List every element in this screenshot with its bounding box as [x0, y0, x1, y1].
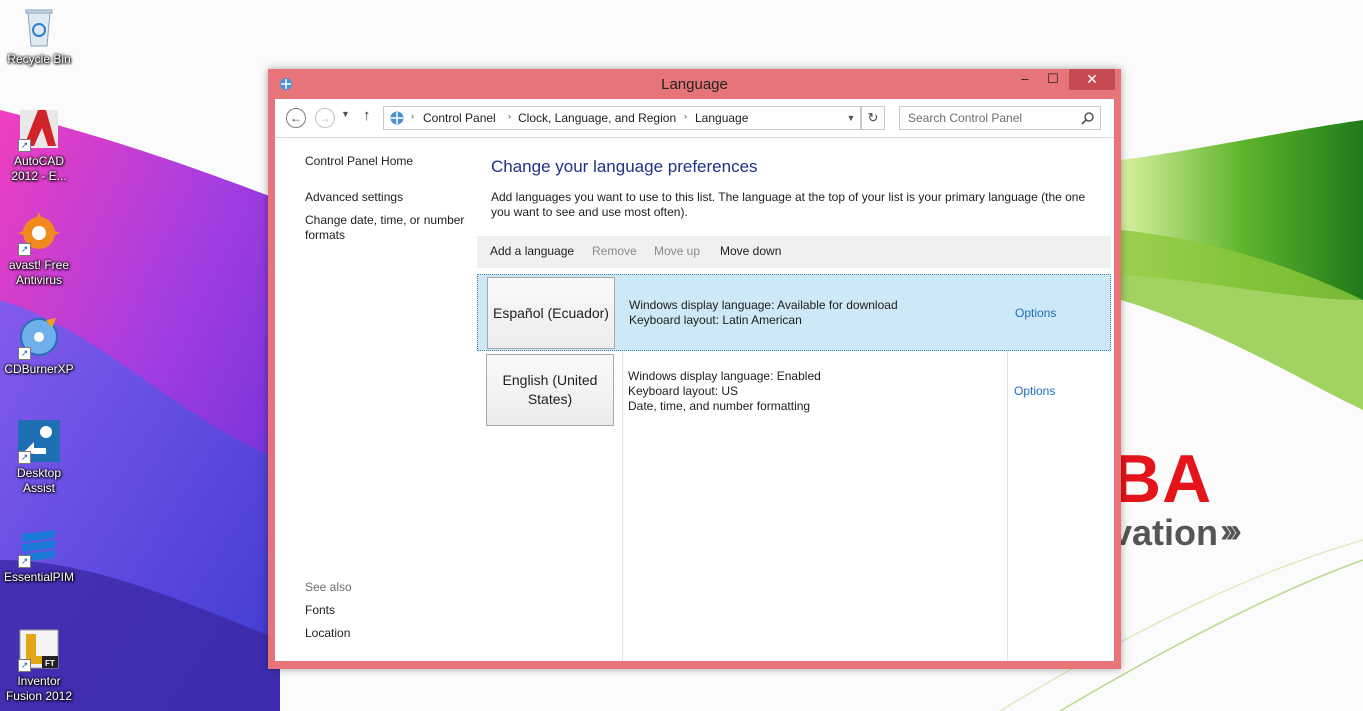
wallpaper-brand-tagline: vation — [1112, 512, 1219, 553]
refresh-button[interactable]: ↻ — [861, 106, 885, 130]
desktop-icon-label: AutoCAD 2012 - E... — [11, 154, 67, 183]
language-list: Español (Ecuador) Windows display langua… — [477, 274, 1111, 661]
control-panel-icon — [390, 111, 404, 125]
formatting-status: Date, time, and number formatting — [628, 399, 811, 413]
cdburnerxp-icon: ↗ — [16, 314, 62, 360]
forward-button[interactable]: → — [315, 108, 335, 128]
language-tile: English (United States) — [486, 354, 614, 426]
language-window: Language – ☐ ✕ ← → ▼ ↑ › Control Panel ›… — [268, 69, 1121, 669]
title-bar[interactable]: Language – ☐ ✕ — [268, 69, 1121, 99]
desktop-icon-label: Desktop Assist — [16, 466, 62, 495]
breadcrumb-language[interactable]: Language — [695, 111, 748, 125]
breadcrumb-separator: › — [684, 111, 687, 121]
maximize-button[interactable]: ☐ — [1038, 69, 1068, 90]
left-navigation-pane: Control Panel Home Advanced settings Cha… — [275, 138, 475, 661]
svg-text:FT: FT — [45, 659, 55, 668]
wallpaper-chevrons: ››› — [1220, 512, 1242, 550]
display-language-status: Windows display language: Available for … — [629, 298, 898, 312]
keyboard-layout: Keyboard layout: Latin American — [629, 313, 802, 327]
wallpaper-brand-name: BA — [1112, 441, 1213, 517]
desktop-icon-label: CDBurnerXP — [4, 362, 74, 376]
search-box — [899, 106, 1101, 130]
advanced-settings-link[interactable]: Advanced settings — [305, 190, 475, 205]
add-language-button[interactable]: Add a language — [490, 244, 574, 258]
display-language-status: Windows display language: Enabled — [628, 369, 821, 383]
breadcrumb-clock-language-region[interactable]: Clock, Language, and Region — [518, 111, 676, 125]
desktop-icon-label: Inventor Fusion 2012 — [5, 674, 73, 703]
move-up-button[interactable]: Move up — [654, 244, 700, 258]
move-down-button[interactable]: Move down — [720, 244, 781, 258]
recent-locations-button[interactable]: ▼ — [341, 109, 350, 119]
language-details: Windows display language: Enabled Keyboa… — [628, 369, 821, 414]
language-row-english-us[interactable]: English (United States) Windows display … — [477, 354, 1111, 430]
up-button[interactable]: ↑ — [363, 107, 371, 124]
main-content: Change your language preferences Add lan… — [475, 138, 1114, 661]
page-title: Change your language preferences — [491, 157, 758, 176]
remove-button[interactable]: Remove — [592, 244, 637, 258]
desktop-icon-recycle-bin[interactable]: Recycle Bin — [2, 4, 76, 67]
recycle-bin-icon — [16, 4, 62, 50]
desktop-icon-autocad[interactable]: ↗ AutoCAD 2012 - E... — [2, 106, 76, 184]
address-bar[interactable]: › Control Panel › Clock, Language, and R… — [383, 106, 861, 130]
desktop-icon-desktop-assist[interactable]: ↗ Desktop Assist — [2, 418, 76, 496]
language-toolbar: Add a language Remove Move up Move down — [477, 236, 1111, 268]
avast-icon: ↗ — [16, 210, 62, 256]
see-also-heading: See also — [305, 580, 352, 594]
change-date-time-formats-link[interactable]: Change date, time, or number formats — [305, 213, 470, 243]
inventor-fusion-icon: FT ↗ — [16, 626, 62, 672]
fonts-link[interactable]: Fonts — [305, 603, 475, 618]
search-icon[interactable] — [1081, 111, 1095, 125]
desktop-icon-label: avast! Free Antivirus — [8, 258, 70, 287]
essentialpim-icon: ↗ — [16, 522, 62, 568]
search-input[interactable] — [900, 107, 1078, 129]
desktop-icon-label: Recycle Bin — [7, 52, 71, 66]
language-row-espanol-ecuador[interactable]: Español (Ecuador) Windows display langua… — [477, 274, 1111, 351]
language-options-link[interactable]: Options — [1015, 306, 1056, 320]
desktop-icon-avast[interactable]: ↗ avast! Free Antivirus — [2, 210, 76, 288]
desktop-icon-essentialpim[interactable]: ↗ EssentialPIM — [2, 522, 76, 585]
breadcrumb-separator: › — [508, 111, 511, 121]
window-title: Language — [661, 76, 728, 93]
language-details: Windows display language: Available for … — [629, 298, 898, 328]
breadcrumb-control-panel[interactable]: Control Panel — [423, 111, 496, 125]
window-client: ← → ▼ ↑ › Control Panel › Clock, Languag… — [275, 99, 1114, 661]
desktop-icon-label: EssentialPIM — [3, 570, 75, 584]
autocad-icon: ↗ — [16, 106, 62, 152]
language-options-link[interactable]: Options — [1014, 384, 1055, 398]
page-description: Add languages you want to use to this li… — [491, 190, 1086, 219]
language-tile: Español (Ecuador) — [487, 277, 615, 349]
keyboard-layout: Keyboard layout: US — [628, 384, 739, 398]
address-dropdown-button[interactable]: ▼ — [843, 107, 859, 129]
desktop-icon-cdburnerxp[interactable]: ↗ CDBurnerXP — [2, 314, 76, 377]
control-panel-home-link[interactable]: Control Panel Home — [305, 154, 475, 169]
desktop-icon-inventor-fusion[interactable]: FT ↗ Inventor Fusion 2012 — [2, 626, 76, 704]
navigation-bar: ← → ▼ ↑ › Control Panel › Clock, Languag… — [275, 99, 1114, 138]
minimize-button[interactable]: – — [1012, 69, 1038, 90]
breadcrumb-separator: › — [411, 111, 414, 121]
close-button[interactable]: ✕ — [1069, 69, 1115, 90]
back-button[interactable]: ← — [286, 108, 306, 128]
location-link[interactable]: Location — [305, 626, 475, 641]
desktop-assist-icon: ↗ — [16, 418, 62, 464]
